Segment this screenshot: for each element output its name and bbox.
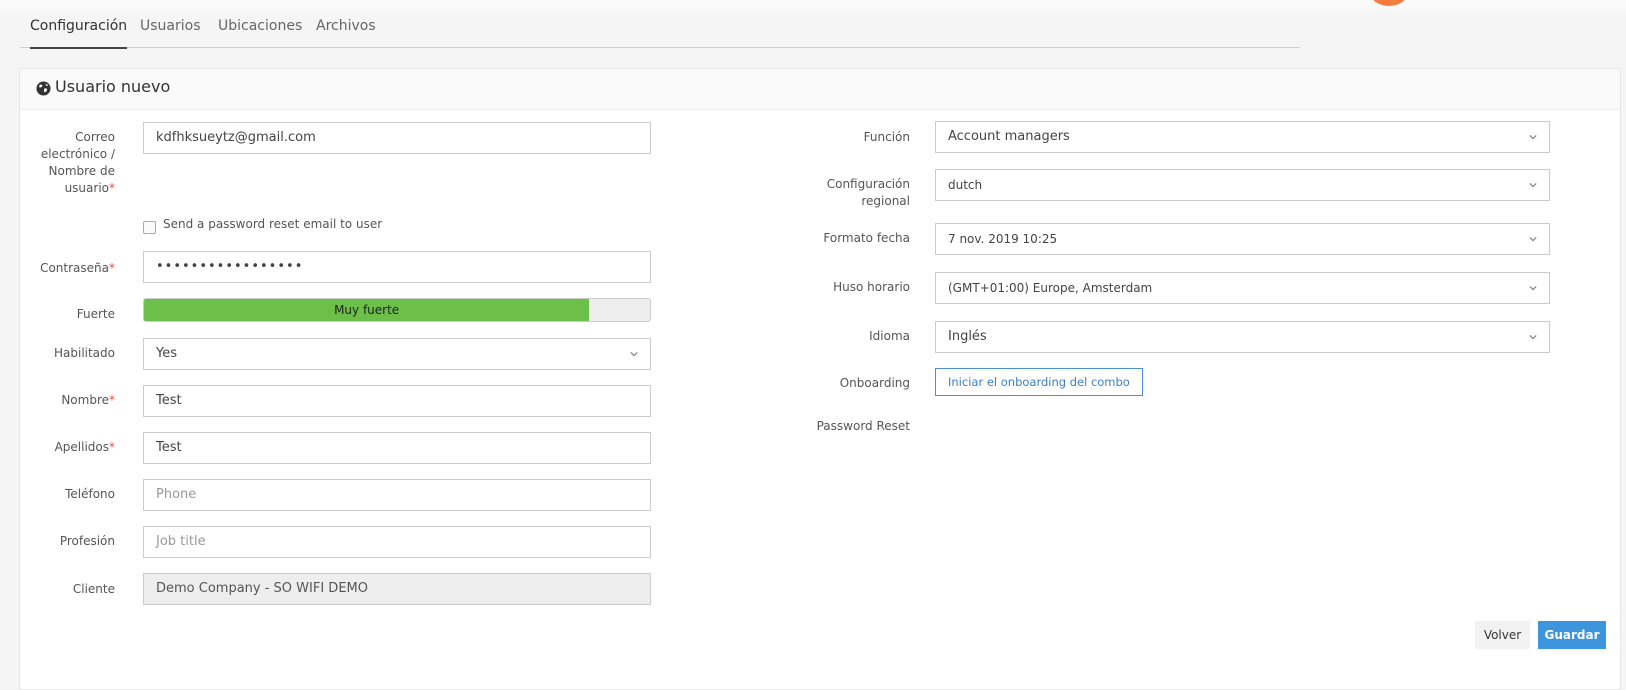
first-name-label: Nombre* xyxy=(61,393,115,407)
start-onboarding-button[interactable]: Iniciar el onboarding del combo xyxy=(935,368,1143,396)
email-label: Correo electrónico / Nombre de usuario* xyxy=(40,130,115,195)
chevron-down-icon xyxy=(1529,182,1537,188)
enabled-value: Yes xyxy=(156,346,177,361)
date-format-select[interactable]: 7 nov. 2019 10:25 xyxy=(935,223,1550,255)
language-label: Idioma xyxy=(869,329,910,343)
date-format-value: 7 nov. 2019 10:25 xyxy=(948,232,1058,246)
role-select[interactable]: Account managers xyxy=(935,121,1550,153)
tab-usuarios[interactable]: Usuarios xyxy=(140,11,201,47)
timezone-value: (GMT+01:00) Europe, Amsterdam xyxy=(948,281,1153,295)
job-title-label: Profesión xyxy=(59,534,115,548)
email-field[interactable]: kdfhksueytz@gmail.com xyxy=(143,122,651,154)
locale-select[interactable]: dutch xyxy=(935,169,1550,201)
chevron-down-icon xyxy=(630,351,638,357)
chevron-down-icon xyxy=(1529,285,1537,291)
chevron-down-icon xyxy=(1529,334,1537,340)
first-name-field[interactable]: Test xyxy=(143,385,651,417)
globe-icon xyxy=(36,81,51,96)
reset-email-label: Send a password reset email to user xyxy=(163,217,383,231)
tab-bar: Configuración Usuarios Ubicaciones Archi… xyxy=(20,11,1300,49)
locale-label: Configuración regional xyxy=(826,177,910,208)
chevron-down-icon xyxy=(1529,236,1537,242)
date-format-label: Formato fecha xyxy=(823,231,910,245)
timezone-label: Huso horario xyxy=(833,280,910,294)
enabled-select[interactable]: Yes xyxy=(143,338,651,370)
tab-archivos[interactable]: Archivos xyxy=(316,11,376,47)
tab-configuracion[interactable]: Configuración xyxy=(30,11,128,49)
last-name-label: Apellidos* xyxy=(54,440,115,454)
client-label: Cliente xyxy=(72,582,115,596)
strength-label: Fuerte xyxy=(76,307,115,321)
panel-header: Usuario nuevo xyxy=(20,69,1620,110)
new-user-panel: Usuario nuevo Correo electrónico / Nombr… xyxy=(19,68,1621,690)
tab-ubicaciones[interactable]: Ubicaciones xyxy=(218,11,302,47)
client-field: Demo Company - SO WIFI DEMO xyxy=(143,573,651,605)
password-reset-label: Password Reset xyxy=(816,419,910,433)
save-button[interactable]: Guardar xyxy=(1538,621,1606,649)
enabled-label: Habilitado xyxy=(53,346,115,360)
language-select[interactable]: Inglés xyxy=(935,321,1550,353)
job-title-field[interactable]: Job title xyxy=(143,526,651,558)
chevron-down-icon xyxy=(1529,134,1537,140)
role-value: Account managers xyxy=(948,129,1070,144)
reset-email-checkbox[interactable] xyxy=(143,221,156,234)
locale-value: dutch xyxy=(948,178,983,192)
phone-field[interactable]: Phone xyxy=(143,479,651,511)
onboarding-label: Onboarding xyxy=(839,376,910,390)
phone-label: Teléfono xyxy=(65,487,115,501)
strength-text: Muy fuerte xyxy=(334,303,400,317)
password-label: Contraseña* xyxy=(40,261,115,275)
timezone-select[interactable]: (GMT+01:00) Europe, Amsterdam xyxy=(935,272,1550,304)
panel-title: Usuario nuevo xyxy=(55,77,171,96)
last-name-field[interactable]: Test xyxy=(143,432,651,464)
password-strength-meter: Muy fuerte xyxy=(143,298,651,322)
password-field[interactable]: ••••••••••••••••• xyxy=(143,251,651,283)
back-button[interactable]: Volver xyxy=(1475,621,1530,649)
role-label: Función xyxy=(863,130,910,144)
language-value: Inglés xyxy=(948,329,987,344)
